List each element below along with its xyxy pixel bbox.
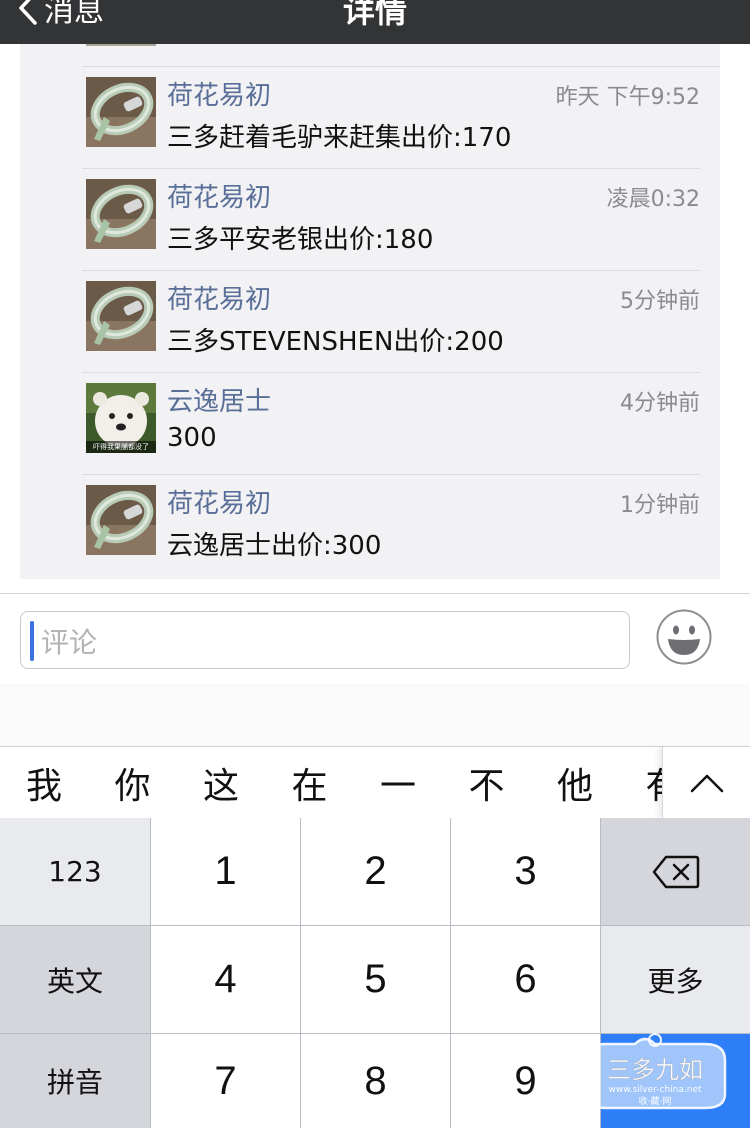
avatar-caption: 吓得我果脯都没了: [93, 443, 149, 451]
candidate-word[interactable]: 在: [280, 757, 340, 809]
nav-bar: 消息 详情: [0, 0, 750, 44]
comment-author[interactable]: 云逸居士: [167, 381, 271, 418]
comment-row[interactable]: 荷花易初 1分钟前云逸居士出价:300: [82, 474, 700, 577]
avatar[interactable]: [86, 179, 156, 249]
comment-text: 云逸居士出价:300: [167, 531, 382, 561]
comment-author[interactable]: 荷花易初: [167, 177, 271, 214]
key-1[interactable]: 1: [151, 818, 300, 925]
key-4[interactable]: 4: [151, 926, 300, 1033]
avatar[interactable]: 吓得我果脯都没了: [86, 383, 156, 453]
key-123[interactable]: 123: [0, 818, 150, 925]
key-8[interactable]: 8: [301, 1034, 450, 1128]
comment-input[interactable]: 评论: [20, 611, 630, 669]
key-5[interactable]: 5: [301, 926, 450, 1033]
comment-placeholder: 评论: [41, 626, 98, 659]
comment-text: 300: [167, 423, 217, 453]
key-pinyin[interactable]: 拼音: [0, 1034, 150, 1128]
key-2[interactable]: 2: [301, 818, 450, 925]
candidate-word[interactable]: 一: [368, 757, 428, 809]
candidate-word[interactable]: 这: [191, 757, 251, 809]
keyboard-spacer: [0, 684, 750, 746]
key-7[interactable]: 7: [151, 1034, 300, 1128]
key-3[interactable]: 3: [451, 818, 600, 925]
clipped-avatar: [86, 44, 156, 46]
comment-text: 三多STEVENSHEN出价:200: [167, 327, 504, 357]
enter-key[interactable]: [601, 1034, 750, 1128]
comment-row[interactable]: 吓得我果脯都没了 云逸居士 4分钟前 300: [82, 372, 700, 475]
comment-author[interactable]: 荷花易初: [167, 279, 271, 316]
key-6[interactable]: 6: [451, 926, 600, 1033]
avatar[interactable]: [86, 485, 156, 555]
delete-key[interactable]: [601, 818, 750, 925]
comment-time: 1分钟前: [620, 493, 700, 518]
key-more[interactable]: 更多: [601, 926, 750, 1033]
comment-text: 三多平安老银出价:180: [167, 225, 434, 255]
comment-time: 凌晨0:32: [606, 187, 700, 212]
candidate-bar: 我你这在一不他有: [0, 746, 750, 819]
backspace-icon: [652, 855, 699, 888]
avatar[interactable]: [86, 281, 156, 351]
keyboard: 123 1 2 3 英文 4 5 6 更多 拼音 7 8 9: [0, 818, 750, 1128]
expand-candidates-button[interactable]: [662, 747, 750, 819]
comment-author[interactable]: 荷花易初: [167, 483, 271, 520]
page-title: 详情: [342, 0, 407, 30]
smiley-icon: [656, 609, 712, 665]
comment-row[interactable]: 荷花易初 5分钟前三多STEVENSHEN出价:200: [82, 270, 700, 373]
comment-row[interactable]: 荷花易初 凌晨0:32 三多平安老银出价:180: [82, 168, 700, 271]
text-cursor: [30, 621, 34, 661]
comment-time: 5分钟前: [620, 289, 700, 314]
emoji-button[interactable]: [656, 609, 712, 665]
candidate-word[interactable]: 我: [14, 757, 74, 809]
candidate-word[interactable]: 不: [457, 757, 517, 809]
comment-input-bar: 评论: [0, 593, 750, 685]
comment-author[interactable]: 荷花易初: [167, 75, 271, 112]
comment-text: 三多赶着毛驴来赶集出价:170: [167, 123, 512, 153]
key-english[interactable]: 英文: [0, 926, 150, 1033]
chevron-up-icon: [690, 774, 724, 793]
comment-row[interactable]: 荷花易初 昨天 下午9:52 三多赶着毛驴来赶集出价:170: [82, 66, 700, 169]
key-9[interactable]: 9: [451, 1034, 600, 1128]
comment-time: 昨天 下午9:52: [555, 85, 700, 110]
candidate-word[interactable]: 他: [545, 757, 605, 809]
comment-list: 荷花易初 昨天 下午9:52 三多赶着毛驴来赶集出价:170 荷花易初 凌晨0:32 三多…: [20, 44, 720, 579]
candidate-word[interactable]: 你: [103, 757, 163, 809]
comment-time: 4分钟前: [620, 391, 700, 416]
avatar[interactable]: [86, 77, 156, 147]
